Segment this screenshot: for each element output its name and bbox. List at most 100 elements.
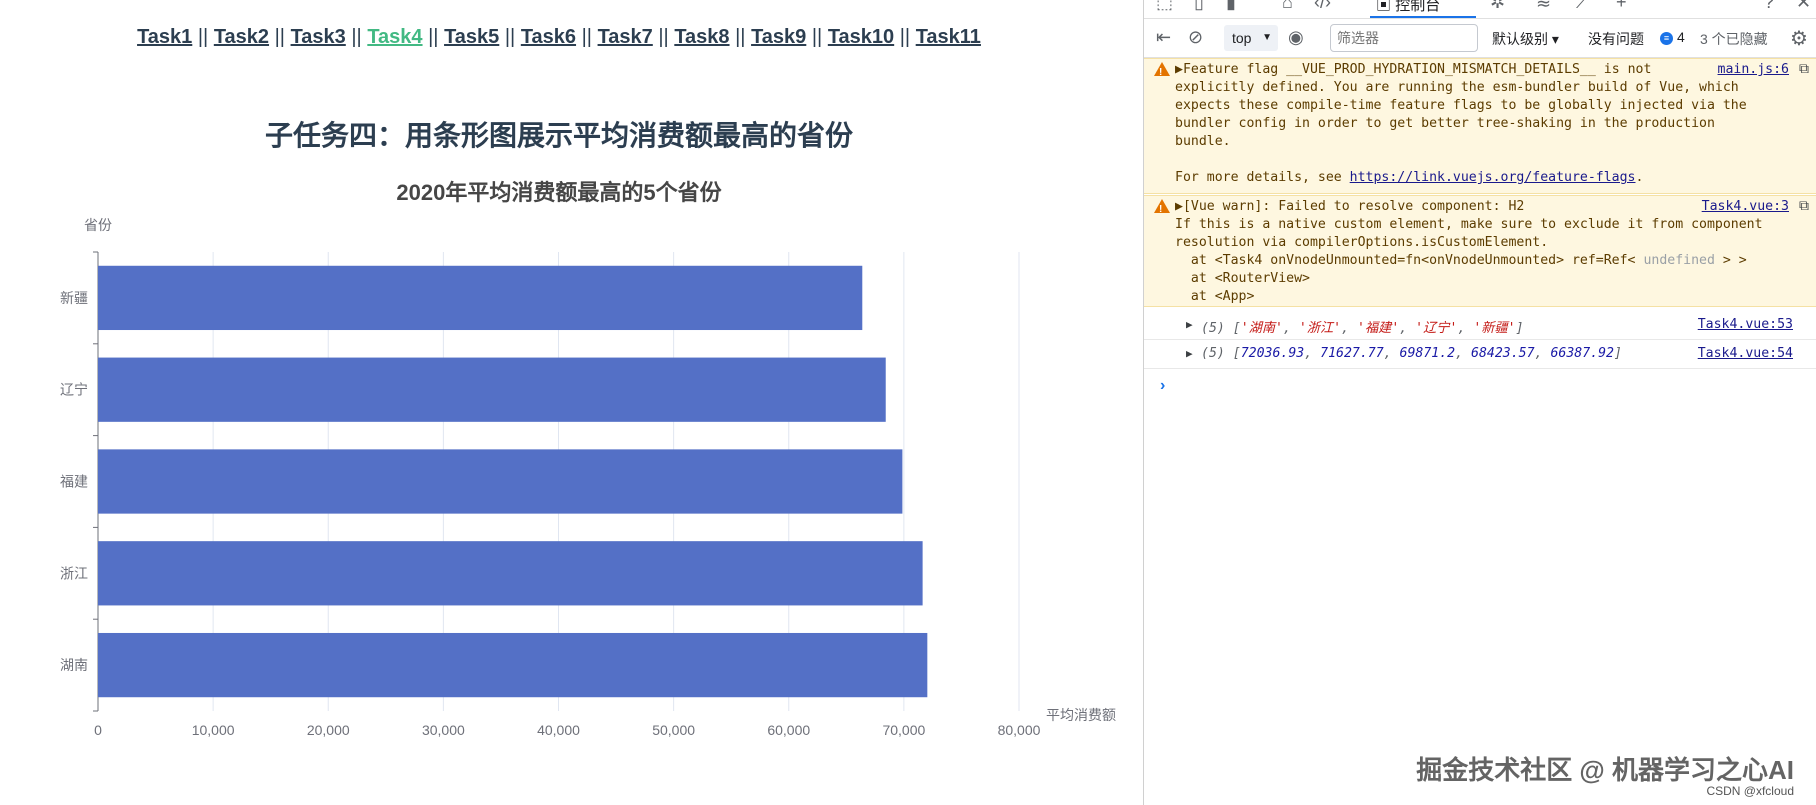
console-log-row[interactable]: ▶ (5) [72036.93, 71627.77, 69871.2, 6842… — [1144, 341, 1816, 369]
bar-湖南 — [98, 632, 928, 698]
expand-triangle-icon[interactable]: ▶ — [1175, 199, 1183, 214]
nav-link-task3[interactable]: Task3 — [291, 26, 346, 48]
nav-separator: || — [894, 26, 916, 48]
clear-console-icon[interactable]: ⊘ — [1188, 27, 1203, 47]
message-count-badge[interactable]: ≡ 4 — [1660, 29, 1685, 45]
expand-triangle-icon[interactable]: ▶ — [1186, 318, 1193, 331]
log-level-label: 默认级别 — [1492, 31, 1548, 47]
undefined-value: undefined — [1643, 253, 1715, 268]
y-axis-label: 省份 — [84, 217, 112, 233]
warning-line: explicitly defined. You are running the … — [1175, 80, 1739, 95]
issues-indicator[interactable]: 没有问题 — [1588, 29, 1644, 49]
y-tick-label: 湖南 — [60, 657, 88, 673]
nav-link-task11[interactable]: Task11 — [916, 26, 981, 48]
devtools-panel: ⬚ ▯ ▮ ⌂ ‹/› ▣ 控制台 ✲ ≋ ⟋ + ? ✕ ⇤ ⊘ top ▼ … — [1143, 0, 1816, 805]
elements-icon[interactable]: ‹/› — [1314, 0, 1331, 13]
console-warning-feature-flag: ! ▶Feature flag __VUE_PROD_HYDRATION_MIS… — [1144, 58, 1816, 194]
copy-icon[interactable]: ⧉ — [1799, 197, 1809, 215]
nav-link-task4[interactable]: Task4 — [367, 26, 422, 48]
console-toolbar: ⇤ ⊘ top ▼ ◉ 默认级别 ▾ 没有问题 ≡4 3 个已隐藏 ⚙ — [1144, 19, 1816, 58]
log-array-item: '新疆' — [1473, 321, 1516, 336]
nav-link-task5[interactable]: Task5 — [444, 26, 499, 48]
feature-flags-link[interactable]: https://link.vuejs.org/feature-flags — [1350, 170, 1636, 185]
help-icon[interactable]: ? — [1764, 0, 1774, 13]
x-tick-label: 40,000 — [537, 722, 580, 738]
nav-separator: || — [499, 26, 521, 48]
nav-link-task9[interactable]: Task9 — [751, 26, 806, 48]
bar-浙江 — [98, 541, 923, 606]
nav-link-task1[interactable]: Task1 — [137, 26, 192, 48]
warning-icon: ! — [1154, 62, 1170, 78]
page-heading: 子任务四：用条形图展示平均消费额最高的省份 — [264, 120, 853, 151]
nav-separator: || — [345, 26, 368, 48]
message-count: 4 — [1677, 29, 1685, 45]
nav-link-task10[interactable]: Task10 — [828, 26, 894, 48]
source-link[interactable]: Task4.vue:3 — [1702, 198, 1789, 216]
sidebar-toggle-icon[interactable]: ⇤ — [1156, 27, 1171, 47]
message-icon: ≡ — [1660, 32, 1673, 45]
task-nav: Task1 || Task2 || Task3 || Task4 || Task… — [0, 26, 1118, 49]
log-array-item: 68423.57 — [1471, 346, 1535, 361]
filter-input[interactable] — [1330, 24, 1478, 52]
csdn-watermark: CSDN @xfcloud — [1706, 784, 1794, 798]
app-pane: Task1 || Task2 || Task3 || Task4 || Task… — [0, 0, 1143, 805]
expand-triangle-icon[interactable]: ▶ — [1175, 62, 1183, 77]
inspect-icon[interactable]: ⬚ — [1156, 0, 1173, 13]
warning-line: Feature flag __VUE_PROD_HYDRATION_MISMAT… — [1182, 62, 1652, 77]
warning-message: ▶[Vue warn]: Failed to resolve component… — [1175, 198, 1777, 306]
performance-icon[interactable]: ⟋ — [1576, 0, 1589, 13]
warning-line: bundle. — [1175, 134, 1231, 149]
console-icon: ▣ — [1376, 0, 1392, 14]
copy-icon[interactable]: ⧉ — [1799, 60, 1809, 78]
warning-line: at <Task4 onVnodeUnmounted=fn<onVnodeUnm… — [1175, 253, 1644, 268]
nav-link-task2[interactable]: Task2 — [214, 26, 269, 48]
log-array-item: '辽宁' — [1415, 321, 1458, 336]
log-array-item: '湖南' — [1240, 321, 1283, 336]
tab-console[interactable]: ▣ 控制台 — [1370, 0, 1477, 18]
context-select[interactable]: top ▼ — [1224, 25, 1278, 51]
y-tick-label: 福建 — [60, 474, 88, 490]
y-tick-label: 辽宁 — [60, 382, 88, 398]
expand-triangle-icon[interactable]: ▶ — [1186, 347, 1193, 360]
nav-separator: || — [422, 26, 445, 48]
add-tab-icon[interactable]: + — [1616, 0, 1627, 13]
y-tick-label: 新疆 — [60, 290, 88, 306]
close-icon[interactable]: ✕ — [1796, 0, 1811, 13]
gear-icon[interactable]: ⚙ — [1790, 26, 1808, 51]
source-link[interactable]: Task4.vue:53 — [1698, 317, 1793, 332]
source-link[interactable]: Task4.vue:54 — [1698, 346, 1793, 361]
context-select-value: top — [1232, 30, 1252, 46]
bar-辽宁 — [98, 357, 886, 422]
log-level-select[interactable]: 默认级别 ▾ — [1492, 29, 1559, 49]
log-array-item: '浙江' — [1298, 321, 1342, 336]
x-tick-label: 30,000 — [422, 722, 465, 738]
x-tick-label: 70,000 — [882, 722, 925, 738]
y-tick-label: 浙江 — [60, 565, 88, 581]
nav-link-task8[interactable]: Task8 — [674, 26, 729, 48]
bar-chart-svg: 2020年平均消费额最高的5个省份省份平均消费额 0 10,000 20,000 30,… — [60, 180, 1116, 738]
console-prompt-chevron-icon[interactable]: › — [1160, 377, 1165, 395]
tab-console-label: 控制台 — [1395, 0, 1441, 14]
devtools-tab-strip: ⬚ ▯ ▮ ⌂ ‹/› ▣ 控制台 ✲ ≋ ⟋ + ? ✕ — [1144, 0, 1816, 19]
home-icon[interactable]: ⌂ — [1282, 0, 1293, 13]
x-tick-label: 0 — [94, 722, 102, 738]
nav-separator: || — [652, 26, 675, 48]
nav-link-task7[interactable]: Task7 — [598, 26, 653, 48]
console-warning-vue: ! ▶[Vue warn]: Failed to resolve compone… — [1144, 195, 1816, 307]
warning-line: For more details, see — [1175, 170, 1350, 185]
log-array-item: 71627.77 — [1320, 346, 1384, 361]
device-icon[interactable]: ▯ — [1194, 0, 1204, 13]
log-value: (5) [72036.93, 71627.77, 69871.2, 68423.… — [1201, 346, 1622, 361]
bug-icon[interactable]: ✲ — [1490, 0, 1505, 13]
warning-line: bundler config in order to get better tr… — [1175, 116, 1715, 131]
nav-link-task6[interactable]: Task6 — [521, 26, 576, 48]
console-log-row[interactable]: ▶ (5) ['湖南', '浙江', '福建', '辽宁', '新疆'] Tas… — [1144, 312, 1816, 340]
bar-新疆 — [98, 265, 863, 331]
watermark-text: 掘金技术社区 @ 机器学习之心AI — [1416, 755, 1794, 785]
x-tick-label: 80,000 — [998, 722, 1041, 738]
bar-福建 — [98, 449, 903, 514]
wifi-icon[interactable]: ≋ — [1536, 0, 1551, 13]
panel-icon[interactable]: ▮ — [1226, 0, 1236, 13]
live-expression-eye-icon[interactable]: ◉ — [1288, 27, 1304, 47]
source-link[interactable]: main.js:6 — [1718, 61, 1789, 79]
